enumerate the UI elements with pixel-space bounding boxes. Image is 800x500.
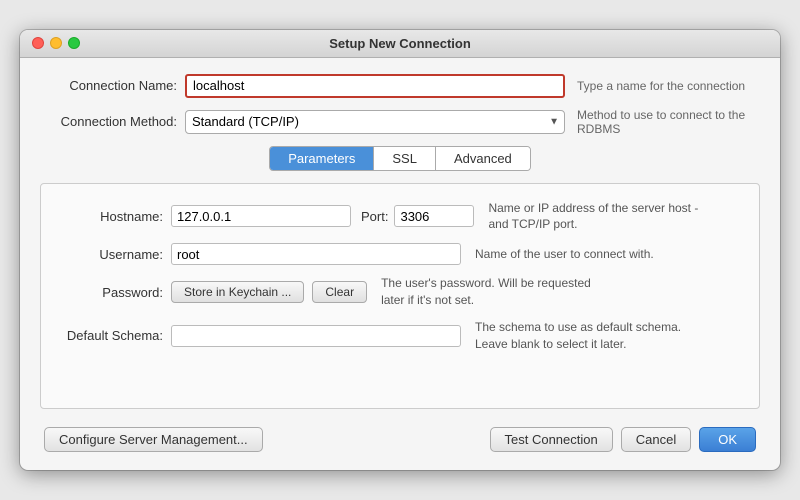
- tabs-row: Parameters SSL Advanced: [40, 146, 760, 171]
- connection-name-row: Connection Name: Type a name for the con…: [40, 74, 760, 98]
- clear-password-button[interactable]: Clear: [312, 281, 367, 303]
- ok-button[interactable]: OK: [699, 427, 756, 452]
- default-schema-input[interactable]: [171, 325, 461, 347]
- cancel-button[interactable]: Cancel: [621, 427, 691, 452]
- minimize-button[interactable]: [50, 37, 62, 49]
- connection-name-control: Type a name for the connection: [185, 74, 760, 98]
- username-row: Username: Name of the user to connect wi…: [61, 243, 739, 265]
- test-connection-button[interactable]: Test Connection: [490, 427, 613, 452]
- tab-ssl[interactable]: SSL: [374, 147, 436, 170]
- footer: Configure Server Management... Test Conn…: [40, 419, 760, 456]
- password-buttons: Store in Keychain ... Clear: [171, 281, 367, 303]
- configure-server-button[interactable]: Configure Server Management...: [44, 427, 263, 452]
- connection-method-select[interactable]: Standard (TCP/IP) Standard (TCP/IP) with…: [185, 110, 565, 134]
- password-label: Password:: [61, 285, 171, 300]
- connection-name-hint: Type a name for the connection: [577, 79, 760, 93]
- footer-right-buttons: Test Connection Cancel OK: [490, 427, 757, 452]
- titlebar: Setup New Connection: [20, 30, 780, 58]
- hostname-hint: Name or IP address of the server host - …: [488, 200, 708, 234]
- port-label: Port:: [361, 209, 388, 224]
- connection-method-row: Connection Method: Standard (TCP/IP) Sta…: [40, 108, 760, 136]
- password-row: Password: Store in Keychain ... Clear Th…: [61, 275, 739, 309]
- spacer: [61, 362, 739, 392]
- parameters-panel: Hostname: Port: Name or IP address of th…: [40, 183, 760, 410]
- connection-name-input[interactable]: [185, 74, 565, 98]
- setup-connection-window: Setup New Connection Connection Name: Ty…: [20, 30, 780, 471]
- default-schema-row: Default Schema: The schema to use as def…: [61, 319, 739, 353]
- connection-method-control: Standard (TCP/IP) Standard (TCP/IP) with…: [185, 108, 760, 136]
- method-select-wrapper: Standard (TCP/IP) Standard (TCP/IP) with…: [185, 110, 565, 134]
- username-label: Username:: [61, 247, 171, 262]
- connection-method-hint: Method to use to connect to the RDBMS: [577, 108, 760, 136]
- tab-parameters[interactable]: Parameters: [270, 147, 374, 170]
- default-schema-hint: The schema to use as default schema. Lea…: [475, 319, 695, 353]
- hostname-row: Hostname: Port: Name or IP address of th…: [61, 200, 739, 234]
- hostname-label: Hostname:: [61, 209, 171, 224]
- maximize-button[interactable]: [68, 37, 80, 49]
- content-area: Connection Name: Type a name for the con…: [20, 58, 780, 471]
- window-title: Setup New Connection: [329, 36, 471, 51]
- tabs-container: Parameters SSL Advanced: [269, 146, 531, 171]
- tab-advanced[interactable]: Advanced: [436, 147, 530, 170]
- close-button[interactable]: [32, 37, 44, 49]
- traffic-lights: [32, 37, 80, 49]
- port-input[interactable]: [394, 205, 474, 227]
- connection-method-label: Connection Method:: [40, 114, 185, 129]
- username-hint: Name of the user to connect with.: [475, 246, 654, 263]
- connection-name-label: Connection Name:: [40, 78, 185, 93]
- store-keychain-button[interactable]: Store in Keychain ...: [171, 281, 304, 303]
- hostname-input[interactable]: [171, 205, 351, 227]
- username-input[interactable]: [171, 243, 461, 265]
- password-hint: The user's password. Will be requested l…: [381, 275, 601, 309]
- default-schema-label: Default Schema:: [61, 328, 171, 343]
